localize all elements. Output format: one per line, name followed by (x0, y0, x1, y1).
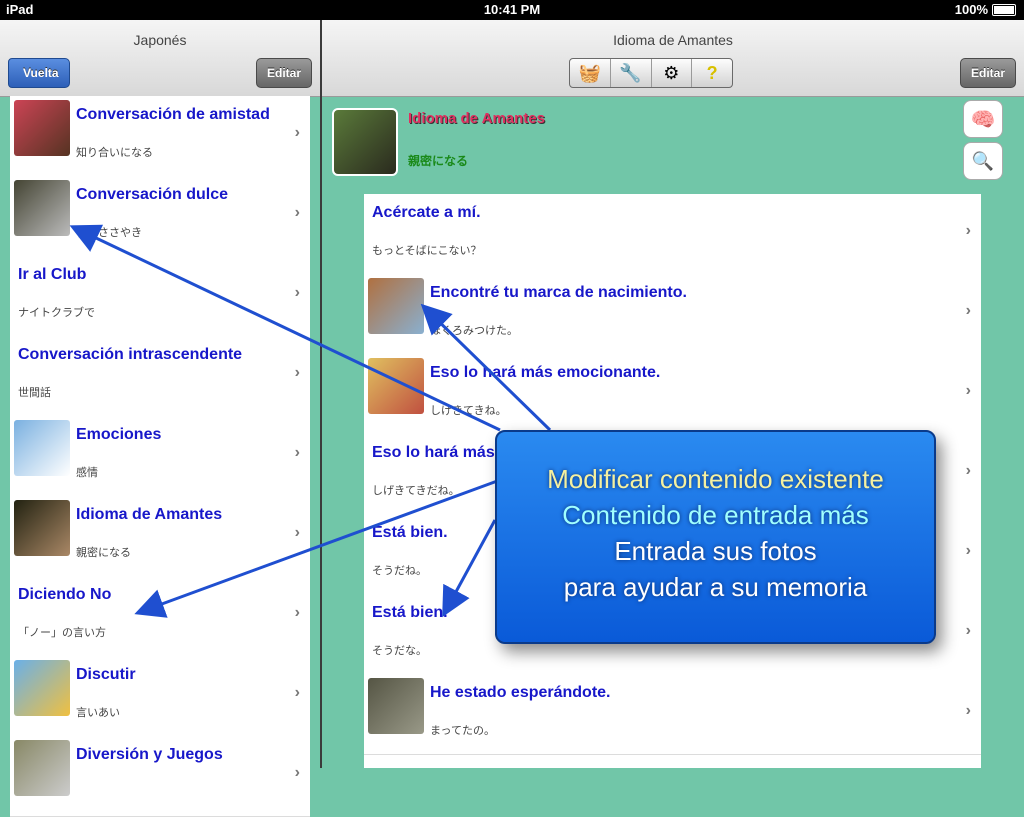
help-icon[interactable]: ? (692, 59, 732, 87)
brain-icon[interactable]: 🧠 (963, 100, 1003, 138)
category-list: Conversación de amistad 知り合いになる › Conver… (10, 96, 310, 817)
chevron-right-icon: › (294, 684, 300, 701)
chevron-right-icon: › (294, 204, 300, 221)
callout-line-1: Modificar contenido existente (547, 464, 884, 494)
header-subtitle: 親密になる (408, 154, 469, 168)
list-item[interactable]: Discutir 言いあい › (10, 656, 310, 737)
list-item[interactable]: Encontré tu marca de nacimiento. ほくろみつけた… (364, 274, 981, 355)
chevron-right-icon: › (965, 702, 971, 719)
edit-button-right[interactable]: Editar (959, 58, 1016, 88)
status-bar: iPad 10:41 PM 100% (0, 0, 1024, 20)
list-item[interactable]: Ir al Club ナイトクラブで › (10, 256, 310, 337)
chevron-right-icon: › (294, 764, 300, 781)
left-navbar: Japonés Vuelta Editar (0, 20, 320, 97)
left-title: Japonés (133, 32, 187, 48)
tools-icon[interactable]: 🔧 (611, 59, 652, 87)
edit-button-left[interactable]: Editar (255, 58, 312, 88)
right-navbar: Idioma de Amantes 🧺 🔧 ⚙ ? Editar (322, 20, 1024, 97)
list-item[interactable]: Diversión y Juegos › (10, 736, 310, 817)
thumbnail-image (14, 740, 70, 796)
thumbnail-image (14, 500, 70, 556)
left-pane: Japonés Vuelta Editar Conversación de am… (0, 20, 320, 817)
promo-callout: Modificar contenido existente Contenido … (495, 430, 936, 644)
thumbnail-image (368, 278, 424, 334)
chevron-right-icon: › (965, 462, 971, 479)
gears-icon[interactable]: ⚙ (652, 59, 693, 87)
list-item[interactable]: Conversación dulce 甘いささやき › (10, 176, 310, 257)
header-title: Idioma de Amantes (408, 110, 545, 127)
chevron-right-icon: › (294, 524, 300, 541)
list-item[interactable]: Emociones 感情 › (10, 416, 310, 497)
chevron-right-icon: › (965, 302, 971, 319)
chevron-right-icon: › (294, 604, 300, 621)
basket-icon[interactable]: 🧺 (570, 59, 611, 87)
list-item[interactable]: He estado esperándote. まってたの。 › (364, 674, 981, 755)
thumbnail-image (368, 678, 424, 734)
thumbnail-image (14, 420, 70, 476)
chevron-right-icon: › (294, 444, 300, 461)
chevron-right-icon: › (965, 382, 971, 399)
list-item[interactable]: Idioma de Amantes 親密になる › (10, 496, 310, 577)
right-title: Idioma de Amantes (613, 32, 733, 48)
chevron-right-icon: › (294, 284, 300, 301)
chevron-right-icon: › (294, 364, 300, 381)
list-item[interactable]: Diciendo No 「ノー」の言い方 › (10, 576, 310, 657)
list-item[interactable]: Conversación intrascendente 世間話 › (10, 336, 310, 417)
chevron-right-icon: › (965, 542, 971, 559)
callout-line-3: Entrada sus fotos (614, 536, 817, 566)
list-item[interactable]: Conversación de amistad 知り合いになる › (10, 96, 310, 177)
chevron-right-icon: › (965, 622, 971, 639)
battery-label: 100% (954, 2, 988, 17)
header-photo (332, 108, 398, 176)
search-icon[interactable]: 🔍 (963, 142, 1003, 180)
thumbnail-image (14, 100, 70, 156)
toolbar-segments: 🧺 🔧 ⚙ ? (569, 58, 733, 88)
callout-line-4: para ayudar a su memoria (563, 572, 868, 602)
thumbnail-image (14, 660, 70, 716)
chevron-right-icon: › (965, 222, 971, 239)
list-item[interactable]: Eso lo hará más emocionante. しげきてきね。 › (364, 354, 981, 435)
battery-icon (992, 3, 1016, 16)
list-item[interactable]: Acércate a mí. もっとそばにこない？ › (364, 194, 981, 275)
back-button[interactable]: Vuelta (8, 58, 70, 88)
chevron-right-icon: › (294, 124, 300, 141)
right-pane: Idioma de Amantes 🧺 🔧 ⚙ ? Editar Idioma … (322, 20, 1024, 768)
thumbnail-image (14, 180, 70, 236)
callout-line-2: Contenido de entrada más (562, 500, 869, 530)
thumbnail-image (368, 358, 424, 414)
status-time: 10:41 PM (483, 2, 541, 17)
